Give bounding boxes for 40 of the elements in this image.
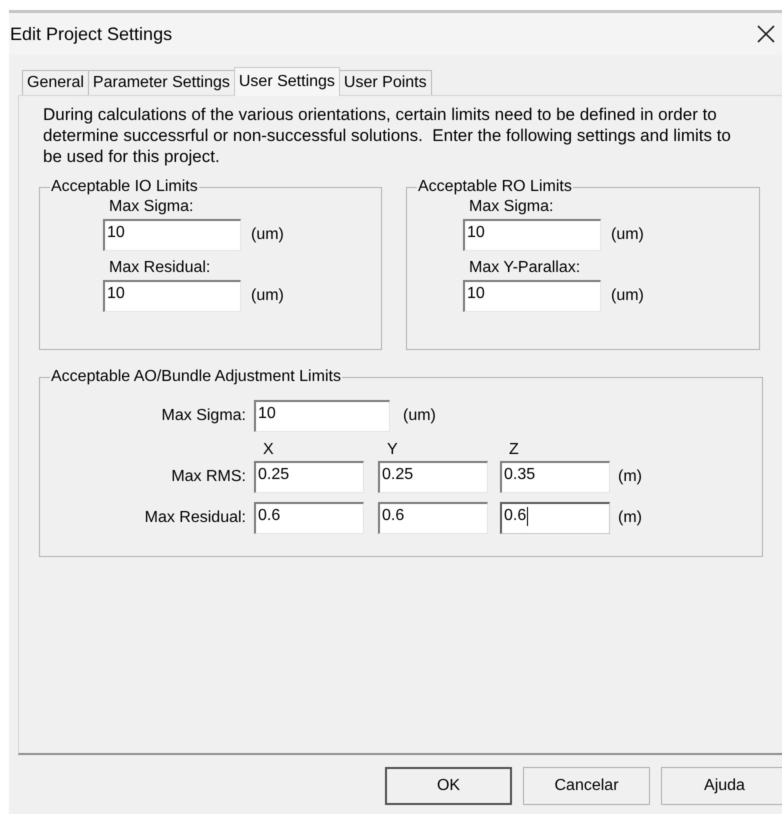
tab[interactable]: User Points	[338, 70, 432, 95]
input-field[interactable]: 10	[103, 219, 241, 251]
input-field[interactable]: 0.25	[378, 461, 488, 493]
unit-label: (um)	[251, 287, 284, 305]
input-field[interactable]: 10	[254, 400, 390, 432]
window-title: Edit Project Settings	[10, 24, 172, 44]
axis-label: X	[262, 441, 274, 458]
description-text: During calculations of the various orientations, certain limits need to be defined in order to determine successrful or non-successful solutions. Enter the following settings and limits to be used for this project.	[43, 104, 732, 167]
input-field[interactable]: 0.6	[500, 502, 610, 534]
field-label: Max RMS:	[170, 468, 246, 486]
dialog-button[interactable]: Ajuda	[661, 767, 782, 805]
input-field[interactable]: 10	[103, 280, 241, 312]
group-title: Acceptable AO/Bundle Adjustment Limits	[50, 368, 342, 386]
input-field[interactable]: 0.35	[500, 461, 610, 493]
unit-label: (um)	[611, 226, 644, 244]
tab[interactable]: User Settings	[234, 67, 340, 96]
group-title: Acceptable IO Limits	[50, 178, 199, 196]
input-field[interactable]: 10	[463, 219, 601, 251]
input-field[interactable]: 10	[463, 280, 601, 312]
axis-label: Z	[508, 441, 519, 458]
field-label: Max Sigma:	[469, 198, 554, 216]
input-field[interactable]: 0.6	[378, 502, 488, 534]
field-label: Max Y-Parallax:	[469, 259, 582, 277]
tab[interactable]: General	[22, 70, 89, 95]
axis-label: Y	[386, 441, 398, 458]
input-field[interactable]: 0.25	[254, 461, 364, 493]
field-label: Max Residual:	[144, 509, 246, 527]
field-label: Max Sigma:	[109, 198, 194, 216]
unit-label: (um)	[251, 226, 284, 244]
unit-label: (um)	[611, 287, 644, 305]
field-label: Max Sigma:	[160, 407, 246, 425]
dialog-button[interactable]: Cancelar	[523, 767, 650, 805]
unit-label: (m)	[618, 509, 642, 527]
unit-label: (m)	[618, 468, 642, 486]
input-field[interactable]: 0.6	[254, 502, 364, 534]
unit-label: (um)	[403, 407, 436, 425]
group-title: Acceptable RO Limits	[417, 178, 573, 196]
close-icon[interactable]	[756, 24, 776, 44]
dialog-button[interactable]: OK	[385, 767, 512, 805]
field-label: Max Residual:	[109, 259, 212, 277]
